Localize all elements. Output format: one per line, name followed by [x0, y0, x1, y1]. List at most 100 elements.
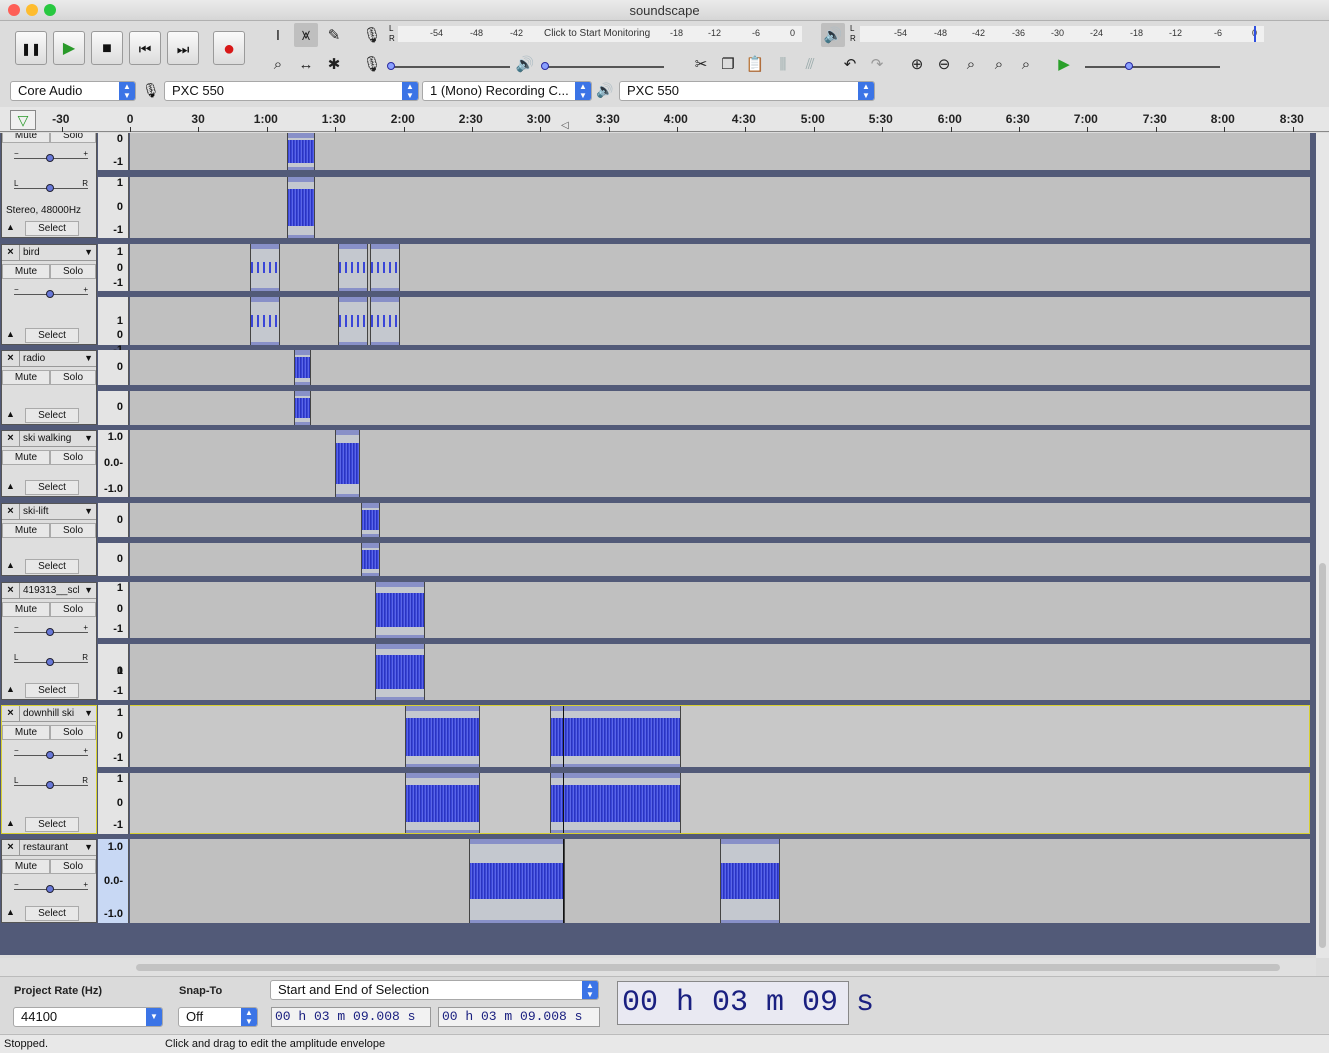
audio-clip[interactable] — [361, 543, 380, 576]
select-button[interactable]: Select — [25, 683, 79, 698]
horizontal-scrollbar[interactable] — [0, 958, 1316, 976]
pause-button[interactable]: ❚❚ — [15, 31, 47, 65]
gain-slider-knob[interactable] — [46, 154, 54, 162]
playback-device-select[interactable]: PXC 550 ▲ ▼ — [619, 81, 875, 101]
mute-button[interactable]: Mute — [2, 133, 50, 143]
gain-slider-knob[interactable] — [46, 751, 54, 759]
zoom-toggle-button[interactable]: ⌕ — [1014, 52, 1038, 76]
track-control-panel[interactable]: × ski-lift ▼ Mute Solo ▲ Select — [1, 503, 97, 576]
waveform-lane[interactable] — [130, 543, 1310, 576]
clip-header[interactable] — [251, 244, 279, 249]
start-monitoring-text[interactable]: Click to Start Monitoring — [544, 28, 650, 39]
clip-header[interactable] — [339, 244, 367, 249]
track-name[interactable]: restaurant — [23, 840, 79, 855]
mute-button[interactable]: Mute — [2, 602, 50, 617]
clip-header[interactable] — [336, 430, 359, 435]
gain-slider[interactable]: − + — [14, 623, 88, 639]
clip-header[interactable] — [362, 503, 379, 508]
track-name-bar[interactable]: × 419313__sch ▼ — [2, 583, 96, 599]
select-button[interactable]: Select — [25, 559, 79, 574]
gain-slider[interactable]: − + — [14, 880, 88, 896]
undo-button[interactable]: ↶ — [838, 52, 862, 76]
collapse-triangle-icon[interactable]: ▲ — [6, 222, 15, 232]
solo-button[interactable]: Solo — [50, 523, 96, 538]
track-name[interactable]: downhill ski — [23, 706, 79, 721]
waveform-lane[interactable] — [130, 644, 1310, 700]
channel-separator[interactable] — [98, 767, 1310, 773]
audio-clip[interactable] — [338, 244, 368, 291]
collapse-triangle-icon[interactable]: ▲ — [6, 329, 15, 339]
collapse-triangle-icon[interactable]: ▲ — [6, 481, 15, 491]
mute-button[interactable]: Mute — [2, 523, 50, 538]
waveform-lane[interactable] — [130, 133, 1310, 170]
track-name[interactable]: ski walking — [23, 431, 79, 446]
waveform-lane[interactable] — [130, 839, 1310, 923]
select-button[interactable]: Select — [25, 817, 79, 832]
draw-tool[interactable]: ✎ — [322, 23, 346, 47]
zoom-tool[interactable]: ⌕ — [266, 52, 290, 76]
waveform-lane[interactable] — [130, 582, 1310, 638]
chevron-down-icon[interactable]: ▼ — [84, 583, 93, 598]
clip-header[interactable] — [362, 543, 379, 548]
recording-device-select[interactable]: PXC 550 ▲ ▼ — [164, 81, 419, 101]
channel-separator[interactable] — [98, 291, 1310, 297]
clip-header[interactable] — [295, 391, 310, 396]
clip-header[interactable] — [551, 773, 680, 778]
clip-header[interactable] — [376, 644, 424, 649]
select-button[interactable]: Select — [25, 906, 79, 921]
zoom-window-button[interactable] — [44, 4, 56, 16]
chevron-down-icon[interactable]: ▼ — [84, 431, 93, 446]
audio-clip[interactable] — [287, 177, 315, 238]
vertical-scroll-thumb[interactable] — [1319, 563, 1326, 948]
mute-button[interactable]: Mute — [2, 859, 50, 874]
channel-separator[interactable] — [98, 385, 1310, 391]
audio-clip[interactable] — [361, 503, 380, 537]
fit-project-button[interactable]: ⌕ — [987, 52, 1011, 76]
close-track-icon[interactable]: × — [2, 504, 20, 520]
select-button[interactable]: Select — [25, 480, 79, 495]
waveform-lane[interactable] — [130, 244, 1310, 291]
gain-slider-knob[interactable] — [46, 885, 54, 893]
waveform-lane[interactable] — [130, 391, 1310, 425]
gain-slider-knob[interactable] — [46, 290, 54, 298]
timeline-options-button[interactable]: ▽ — [10, 110, 36, 130]
vertical-scrollbar[interactable] — [1316, 133, 1329, 958]
waveform-lane[interactable] — [130, 350, 1310, 385]
audio-clip[interactable] — [250, 297, 280, 345]
clip-header[interactable] — [551, 706, 680, 711]
pan-slider[interactable]: LR — [14, 776, 88, 792]
recording-volume-knob[interactable] — [387, 62, 395, 70]
pan-slider[interactable]: LR — [14, 179, 88, 195]
track-control-panel[interactable]: × ski walking ▼ Mute Solo ▲ Select — [1, 430, 97, 497]
track-area[interactable]: Mute Solo − + L R Stereo, 48000Hz ▲ Select 0 -1 1 0-… — [0, 133, 1316, 955]
vertical-scale[interactable]: 1.0 0.0- -1.0 — [98, 839, 129, 923]
timeline-ruler[interactable]: ▽ -30 0 30 1:00 1:30 2:00 2:30 3:00 3:30 4:00 4:30… — [0, 107, 1329, 132]
record-meter-button[interactable]: 🎙 — [360, 23, 384, 47]
trim-audio-button[interactable]: ⫼ — [771, 52, 795, 76]
clip-header[interactable] — [371, 297, 399, 302]
gain-slider-knob[interactable] — [46, 628, 54, 636]
clip-header[interactable] — [376, 582, 424, 587]
clip-header[interactable] — [295, 350, 310, 355]
clip-header[interactable] — [721, 839, 779, 844]
channel-separator[interactable] — [98, 638, 1310, 644]
track-control-panel[interactable]: × downhill ski ▼ Mute Solo − + L R ▲ Select — [1, 705, 97, 834]
collapse-triangle-icon[interactable]: ▲ — [6, 684, 15, 694]
audio-clip[interactable] — [405, 773, 480, 833]
audio-clip[interactable] — [375, 644, 425, 700]
record-button[interactable]: ● — [213, 31, 245, 65]
play-at-speed-button[interactable]: ▶ — [1052, 52, 1076, 76]
close-window-button[interactable] — [8, 4, 20, 16]
clip-header[interactable] — [371, 244, 399, 249]
chevron-down-icon[interactable]: ▼ — [84, 840, 93, 855]
track-name-bar[interactable]: × downhill ski ▼ — [2, 706, 96, 722]
pan-slider-knob[interactable] — [46, 658, 54, 666]
track-control-panel[interactable]: × 419313__sch ▼ Mute Solo − + L R ▲ Select — [1, 582, 97, 700]
recording-volume-slider[interactable] — [390, 66, 510, 68]
skip-to-start-button[interactable]: ⏮ — [129, 31, 161, 65]
mute-button[interactable]: Mute — [2, 725, 50, 740]
solo-button[interactable]: Solo — [50, 370, 96, 385]
track-name-bar[interactable]: × radio ▼ — [2, 351, 96, 367]
recording-channels-select[interactable]: 1 (Mono) Recording C... ▲ ▼ — [422, 81, 592, 101]
playback-volume-slider[interactable] — [544, 66, 664, 68]
